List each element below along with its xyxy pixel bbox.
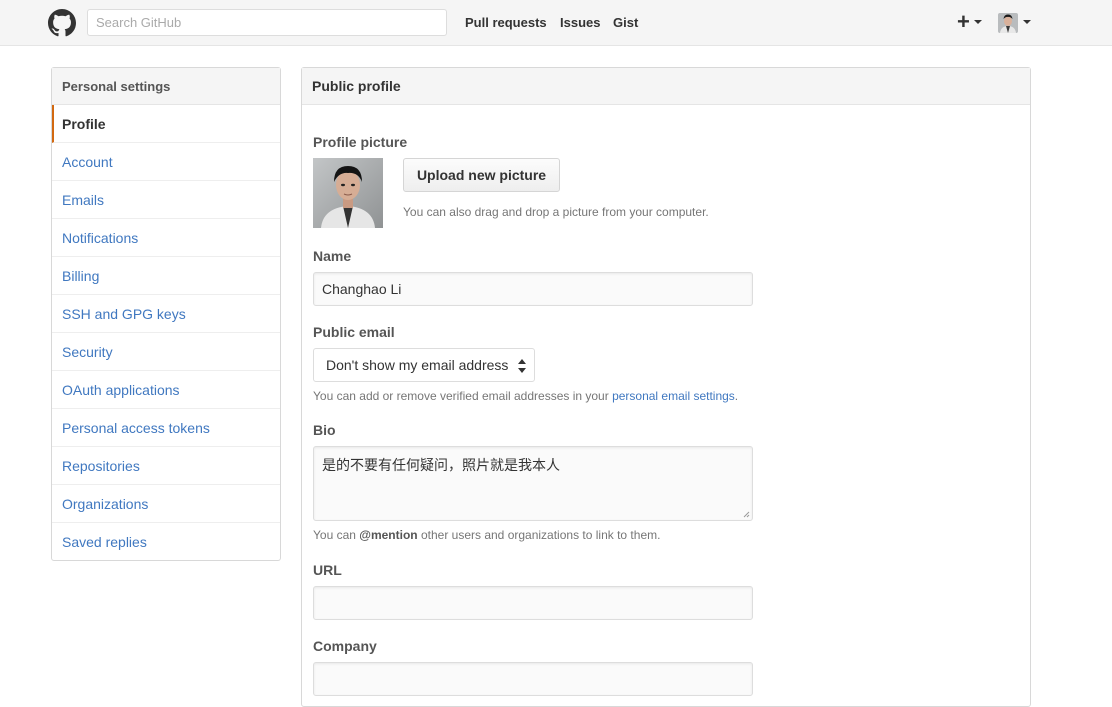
public-email-select[interactable]: Don't show my email address bbox=[313, 348, 535, 382]
bio-hint-suffix: other users and organizations to link to… bbox=[417, 528, 661, 542]
public-profile-panel: Public profile Profile picture Upload ne… bbox=[301, 67, 1031, 707]
name-field[interactable]: Changhao Li bbox=[313, 272, 753, 306]
chevron-down-icon[interactable] bbox=[1023, 20, 1031, 24]
sidebar-title: Personal settings bbox=[52, 68, 280, 105]
bio-hint-prefix: You can bbox=[313, 528, 360, 542]
nav-pull-requests[interactable]: Pull requests bbox=[465, 15, 547, 30]
personal-email-settings-link[interactable]: personal email settings bbox=[612, 389, 735, 403]
url-label: URL bbox=[313, 562, 342, 578]
top-header: Pull requests Issues Gist + bbox=[0, 0, 1112, 46]
select-arrows-icon bbox=[518, 359, 526, 373]
bio-label: Bio bbox=[313, 422, 336, 438]
upload-picture-button[interactable]: Upload new picture bbox=[403, 158, 560, 192]
sidebar-item-profile[interactable]: Profile bbox=[52, 105, 280, 143]
github-logo-icon[interactable] bbox=[48, 9, 76, 37]
sidebar-item-security[interactable]: Security bbox=[52, 333, 280, 371]
profile-picture bbox=[313, 158, 383, 228]
panel-title: Public profile bbox=[302, 68, 1030, 105]
sidebar-item-oauth-applications[interactable]: OAuth applications bbox=[52, 371, 280, 409]
bio-textarea[interactable]: 是的不要有任何疑问，照片就是我本人 bbox=[313, 446, 753, 521]
public-email-label: Public email bbox=[313, 324, 395, 340]
company-label: Company bbox=[313, 638, 377, 654]
sidebar-item-personal-access-tokens[interactable]: Personal access tokens bbox=[52, 409, 280, 447]
search-input[interactable] bbox=[87, 9, 447, 36]
user-avatar[interactable] bbox=[998, 13, 1018, 33]
sidebar-item-emails[interactable]: Emails bbox=[52, 181, 280, 219]
sidebar-item-repositories[interactable]: Repositories bbox=[52, 447, 280, 485]
picture-hint: You can also drag and drop a picture fro… bbox=[403, 205, 709, 219]
name-label: Name bbox=[313, 248, 352, 264]
email-hint: You can add or remove verified email add… bbox=[313, 389, 738, 403]
resize-handle-icon[interactable] bbox=[742, 510, 750, 518]
company-field[interactable] bbox=[313, 662, 753, 696]
sidebar-item-ssh-gpg-keys[interactable]: SSH and GPG keys bbox=[52, 295, 280, 333]
email-hint-text: You can add or remove verified email add… bbox=[313, 389, 613, 403]
chevron-down-icon[interactable] bbox=[974, 20, 982, 24]
sidebar-item-organizations[interactable]: Organizations bbox=[52, 485, 280, 523]
public-email-selected: Don't show my email address bbox=[326, 357, 509, 373]
nav-gist[interactable]: Gist bbox=[613, 15, 638, 30]
url-field[interactable] bbox=[313, 586, 753, 620]
bio-text: 是的不要有任何疑问，照片就是我本人 bbox=[322, 458, 560, 474]
nav-issues[interactable]: Issues bbox=[560, 15, 600, 30]
sidebar-item-notifications[interactable]: Notifications bbox=[52, 219, 280, 257]
settings-sidebar: Personal settings Profile Account Emails… bbox=[51, 67, 281, 561]
profile-picture-label: Profile picture bbox=[313, 134, 408, 150]
email-hint-suffix: . bbox=[734, 389, 739, 403]
sidebar-item-account[interactable]: Account bbox=[52, 143, 280, 181]
mention-keyword: @mention bbox=[359, 528, 418, 542]
bio-hint: You can @mention other users and organiz… bbox=[313, 528, 660, 542]
create-new-plus-icon[interactable]: + bbox=[957, 10, 970, 34]
sidebar-item-billing[interactable]: Billing bbox=[52, 257, 280, 295]
sidebar-item-saved-replies[interactable]: Saved replies bbox=[52, 523, 280, 561]
